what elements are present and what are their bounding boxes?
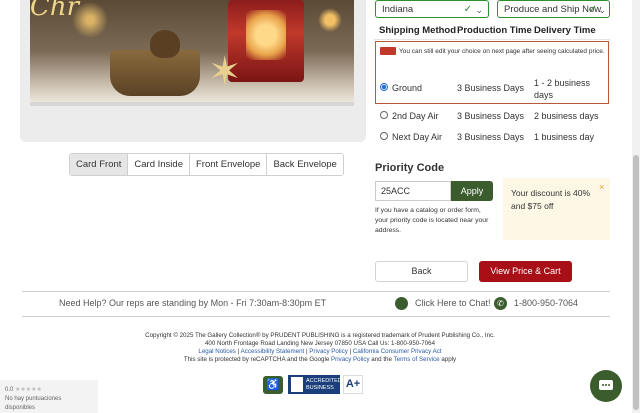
production-2nd-day-air: 3 Business Days	[457, 111, 525, 121]
recaptcha-text: This site is protected by reCAPTCHA and …	[0, 356, 640, 364]
chat-dot	[608, 384, 610, 386]
header-delivery-time: Delivery Time	[534, 25, 596, 36]
bbb-logo-icon	[291, 377, 303, 392]
accessibility-icon[interactable]: ♿	[263, 376, 283, 394]
card-script-text: Chr	[30, 0, 80, 18]
bbb-label: ACCREDITED BUSINESS	[306, 378, 342, 391]
tab-front-envelope[interactable]: Front Envelope	[190, 154, 268, 175]
priority-code-input[interactable]: 25ACC	[375, 181, 451, 201]
production-ground: 3 Business Days	[457, 83, 525, 93]
recaptcha-text-a: This site is protected by reCAPTCHA and …	[183, 356, 332, 363]
legal-notices-link[interactable]: Legal Notices	[198, 348, 236, 355]
production-next-day-air: 3 Business Days	[457, 132, 525, 142]
tab-back-envelope[interactable]: Back Envelope	[267, 154, 343, 175]
address-text: 400 North Frontage Road Landing New Jers…	[204, 340, 436, 347]
radio-2nd-day-air[interactable]	[380, 111, 388, 119]
review-text: No hay puntuaciones disponibles	[5, 396, 62, 411]
help-bar-top-divider	[22, 291, 610, 292]
header-shipping-method: Shipping Method	[379, 25, 457, 36]
radio-next-day-air[interactable]	[380, 132, 388, 140]
delivery-ground: 1 - 2 business days	[534, 78, 591, 100]
close-icon[interactable]: ×	[599, 182, 604, 192]
reviews-widget[interactable]: 0.0 ★★★★★ No hay puntuaciones disponible…	[0, 380, 98, 413]
accessibility-link[interactable]: Accessibility Statement	[241, 348, 305, 355]
tab-card-inside[interactable]: Card Inside	[128, 154, 190, 175]
privacy-policy-link[interactable]: Privacy Policy	[309, 348, 348, 355]
truck-icon	[380, 47, 396, 56]
review-score-row: 0.0 ★★★★★	[5, 386, 93, 395]
copyright-text: Copyright © 2025 The Gallery Collection®…	[145, 332, 495, 339]
delivery-2nd-day-air: 2 business days	[534, 111, 599, 121]
discount-message: Your discount is 40% and $75 off	[503, 178, 610, 240]
shipping-notice: You can still edit your choice on next p…	[380, 47, 606, 57]
card-shadow	[30, 102, 354, 106]
ccpa-link[interactable]: California Consumer Privacy Act	[353, 348, 442, 355]
scrollbar-thumb[interactable]	[633, 155, 639, 410]
discount-text: Your discount is 40% and $75 off	[511, 188, 591, 211]
back-button[interactable]: Back	[375, 261, 468, 282]
header-divider	[374, 39, 610, 40]
shipping-notice-text: You can still edit your choice on next p…	[399, 48, 605, 55]
chevron-down-icon: ⌄	[598, 5, 606, 15]
star-rating-icon: ★★★★★	[15, 387, 42, 393]
chat-widget-button[interactable]	[590, 370, 622, 402]
method-ground[interactable]: Ground	[392, 83, 422, 93]
phone-number[interactable]: 1-800-950-7064	[514, 298, 578, 308]
priority-code-help: If you have a catalog or order form, you…	[375, 207, 489, 234]
delivery-next-day-air: 1 business day	[534, 132, 595, 142]
state-select[interactable]: Indiana ✓ ⌄	[375, 0, 489, 18]
card-image-star: ✶	[208, 50, 242, 94]
bbb-grade: A+	[343, 375, 363, 394]
chat-dot	[602, 384, 604, 386]
ship-option-select[interactable]: Produce and Ship Now ✓ ⌄	[497, 0, 610, 18]
method-next-day-air[interactable]: Next Day Air	[392, 132, 442, 142]
card-image-pinecone	[150, 30, 180, 58]
google-terms-link[interactable]: Terms of Service	[394, 356, 440, 363]
priority-code-title: Priority Code	[375, 162, 445, 174]
ship-option-value: Produce and Ship Now	[504, 4, 602, 15]
check-icon: ✓	[588, 4, 597, 15]
apply-button[interactable]: Apply	[451, 181, 493, 201]
chat-icon[interactable]	[395, 297, 408, 310]
chat-link[interactable]: Click Here to Chat!	[415, 298, 491, 308]
card-image-basket	[110, 50, 200, 96]
method-2nd-day-air[interactable]: 2nd Day Air	[392, 111, 439, 121]
tab-card-front[interactable]: Card Front	[70, 154, 129, 175]
help-bar-bottom-divider	[22, 316, 610, 317]
help-text: Need Help? Our reps are standing by Mon …	[59, 298, 327, 308]
recaptcha-text-b: apply	[439, 356, 457, 363]
chat-dot	[605, 384, 607, 386]
recaptcha-text-and: and the	[369, 356, 394, 363]
header-production-time: Production Time	[457, 25, 532, 36]
phone-icon: ✆	[494, 297, 507, 310]
review-score: 0.0	[5, 387, 14, 393]
google-privacy-link[interactable]: Privacy Policy	[331, 356, 370, 363]
view-price-cart-button[interactable]: View Price & Cart	[479, 261, 572, 282]
card-view-tabs: Card Front Card Inside Front Envelope Ba…	[69, 153, 344, 176]
footer-links: Legal Notices | Accessibility Statement …	[198, 348, 442, 355]
card-image-light	[246, 10, 286, 60]
state-select-value: Indiana	[382, 4, 414, 15]
check-icon: ✓	[463, 4, 472, 15]
chevron-down-icon: ⌄	[475, 5, 483, 15]
radio-ground[interactable]	[380, 83, 388, 91]
